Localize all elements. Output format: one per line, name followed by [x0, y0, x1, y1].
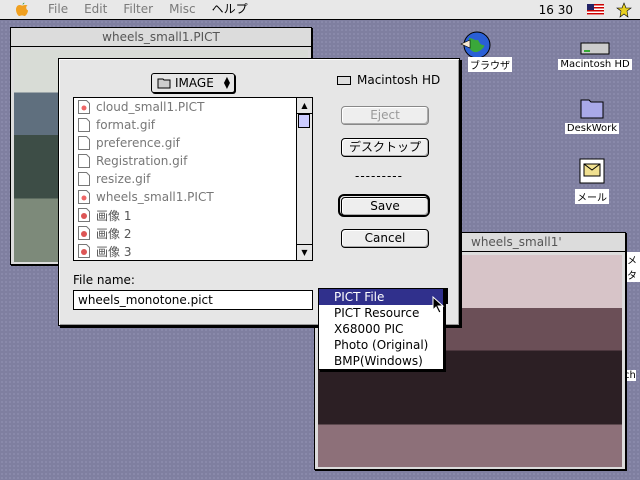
desktop-icon-label: ブラウザ: [468, 57, 512, 72]
file-name: cloud_small1.PICT: [96, 100, 205, 114]
scroll-down-arrow-icon[interactable]: ▼: [297, 244, 312, 260]
hard-disk-icon: [337, 75, 351, 85]
list-item[interactable]: format.gif: [74, 116, 312, 134]
pict-file-icon: [78, 190, 90, 204]
menu-misc[interactable]: Misc: [161, 0, 204, 19]
window-titlebar[interactable]: wheels_small1.PICT: [11, 28, 311, 47]
format-option-pict-resource[interactable]: PICT Resource: [319, 305, 443, 321]
file-format-menu[interactable]: PICT File PICT Resource X68000 PIC Photo…: [318, 288, 444, 370]
format-option-bmp-windows[interactable]: BMP(Windows): [319, 353, 443, 369]
format-option-pict-file[interactable]: PICT File: [319, 289, 443, 305]
file-name: 画像 3: [96, 244, 132, 259]
format-option-x68000-pic[interactable]: X68000 PIC: [319, 321, 443, 337]
menu-edit[interactable]: Edit: [76, 0, 115, 19]
desktop-icon-label: DeskWork: [564, 123, 620, 134]
list-item[interactable]: 画像 3: [74, 242, 312, 260]
desktop-button[interactable]: デスクトップ: [341, 138, 429, 157]
file-list[interactable]: cloud_small1.PICT format.gif preference.…: [73, 97, 313, 261]
popup-arrows-icon: ▲ ▼: [223, 75, 230, 90]
list-item[interactable]: Registration.gif: [74, 152, 312, 170]
mouse-pointer-icon: [432, 296, 445, 314]
application-menu-icon[interactable]: [616, 1, 632, 18]
file-name-input[interactable]: wheels_monotone.pict: [73, 290, 313, 310]
eject-button[interactable]: Eject: [341, 106, 429, 125]
list-item[interactable]: resize.gif: [74, 170, 312, 188]
file-list-scrollbar[interactable]: ▲ ▼: [296, 98, 312, 260]
desktop-icon-macintosh-hd[interactable]: Macintosh HD: [558, 40, 632, 70]
disk-name: Macintosh HD: [337, 73, 440, 87]
menu-bar: File Edit Filter Misc ヘルプ 16 30: [0, 0, 640, 20]
disk-name-label: Macintosh HD: [357, 73, 441, 87]
menu-help[interactable]: ヘルプ: [204, 0, 256, 19]
menu-file[interactable]: File: [40, 0, 76, 19]
document-icon: [78, 154, 90, 168]
desktop-icon-label: Macintosh HD: [558, 59, 632, 70]
desktop-icon-mail[interactable]: メール: [564, 156, 620, 204]
picture-file-icon: [78, 244, 90, 258]
list-item[interactable]: 画像 1: [74, 206, 312, 224]
save-button[interactable]: Save: [341, 197, 429, 216]
document-icon: [78, 118, 90, 132]
picture-file-icon: [78, 208, 90, 222]
file-name: wheels_small1.PICT: [96, 190, 214, 204]
cancel-button[interactable]: Cancel: [341, 229, 429, 248]
file-name: preference.gif: [96, 136, 180, 150]
file-name: format.gif: [96, 118, 156, 132]
menu-filter[interactable]: Filter: [115, 0, 161, 19]
window-title: wheels_small1': [465, 235, 568, 249]
file-name: 画像 2: [96, 226, 132, 241]
folder-popup-label: IMAGE: [175, 76, 214, 90]
globe-icon: [460, 31, 491, 59]
picture-file-icon: [78, 226, 90, 240]
separator-dashes: ---------: [355, 169, 403, 183]
file-name-label: File name:: [73, 273, 135, 287]
apple-menu-icon[interactable]: [14, 2, 30, 18]
save-dialog: IMAGE ▲ ▼ Macintosh HD cloud_small1.PICT …: [58, 58, 460, 326]
document-icon: [78, 136, 90, 150]
folder-icon: [580, 99, 604, 119]
list-item[interactable]: preference.gif: [74, 134, 312, 152]
scroll-thumb[interactable]: [298, 114, 310, 128]
file-name: resize.gif: [96, 172, 151, 186]
list-item[interactable]: 画像 2: [74, 224, 312, 242]
menubar-clock[interactable]: 16 30: [539, 3, 573, 17]
document-icon: [78, 172, 90, 186]
list-item[interactable]: cloud_small1.PICT: [74, 98, 312, 116]
format-option-photo-original[interactable]: Photo (Original): [319, 337, 443, 353]
folder-popup[interactable]: IMAGE ▲ ▼: [151, 73, 235, 93]
list-item[interactable]: wheels_small1.PICT: [74, 188, 312, 206]
scroll-up-arrow-icon[interactable]: ▲: [297, 98, 312, 114]
desktop-icon-deskwork[interactable]: DeskWork: [560, 94, 624, 134]
folder-icon: [157, 78, 171, 89]
file-name: Registration.gif: [96, 154, 188, 168]
desktop-icon-label: メール: [575, 189, 609, 204]
file-name: 画像 1: [96, 208, 132, 223]
us-flag-icon[interactable]: [587, 4, 604, 15]
desktop-icon-label-partial: メタ: [624, 252, 640, 282]
pict-file-icon: [78, 100, 90, 114]
hard-disk-icon: [580, 42, 610, 55]
window-title: wheels_small1.PICT: [96, 30, 226, 44]
mail-icon: [579, 158, 605, 184]
